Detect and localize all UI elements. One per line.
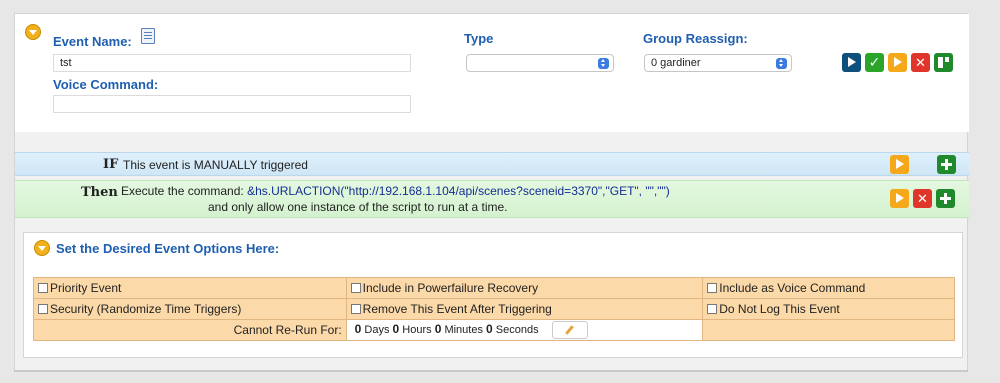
voice-command-input[interactable] [53,95,411,113]
options-table: Priority Event Include in Powerfailure R… [33,277,955,341]
collapse-options-icon[interactable] [34,240,50,256]
delete-icon[interactable]: ✕ [911,53,930,72]
options-row: Security (Randomize Time Triggers) Remov… [33,298,955,320]
run-event-icon[interactable] [842,53,861,72]
security-checkbox[interactable] [38,304,48,314]
remove-after-trigger-option[interactable]: Remove This Event After Triggering [345,298,704,320]
options-panel: Set the Desired Event Options Here: Prio… [23,232,963,358]
then-row: Then Execute the command: &hs.URLACTION(… [15,180,969,218]
notes-icon[interactable] [141,28,155,44]
rerun-value: 0 Days 0 Hours 0 Minutes 0 Seconds [345,319,704,341]
powerfailure-recovery-label: Include in Powerfailure Recovery [362,281,539,295]
collapse-event-icon[interactable] [25,24,41,40]
voice-command-option-label: Include as Voice Command [719,281,866,295]
event-name-input[interactable] [53,54,411,72]
priority-event-label: Priority Event [50,281,122,295]
rerun-hours-label: Hours [402,323,432,336]
split-icon[interactable] [934,53,953,72]
event-panel: Event Name: Voice Command: Type Group Re… [14,13,969,371]
if-row: IF This event is MANUALLY triggered [15,152,969,176]
then-command: &hs.URLACTION("http://192.168.1.104/api/… [247,184,670,198]
options-row: Priority Event Include in Powerfailure R… [33,277,955,299]
then-keyword: Then [81,185,118,200]
priority-event-option[interactable]: Priority Event [33,277,347,299]
save-check-icon[interactable]: ✓ [865,53,884,72]
rerun-hours: 0 [392,321,400,336]
type-label: Type [464,31,494,46]
remove-after-trigger-label: Remove This Event After Triggering [362,302,552,316]
then-suffix: and only allow one instance of the scrip… [208,200,508,214]
voice-command-label: Voice Command: [53,77,159,92]
play-icon[interactable] [890,155,909,174]
select-caret-icon [598,58,609,69]
voice-command-option[interactable]: Include as Voice Command [702,277,955,299]
select-caret-icon [776,58,787,69]
delete-action-icon[interactable]: ✕ [913,189,932,208]
options-title: Set the Desired Event Options Here: [56,241,280,256]
edit-rerun-button[interactable] [551,321,588,339]
do-not-log-option[interactable]: Do Not Log This Event [702,298,955,320]
do-not-log-checkbox[interactable] [707,304,718,314]
play-icon[interactable] [888,53,907,72]
rerun-days: 0 [354,321,362,336]
priority-event-checkbox[interactable] [38,283,48,293]
then-action-text[interactable]: Execute the command: &hs.URLACTION("http… [121,184,670,198]
rerun-minutes-label: Minutes [444,323,483,336]
powerfailure-recovery-checkbox[interactable] [350,283,361,293]
rerun-seconds-label: Seconds [495,323,539,336]
event-name-label: Event Name: [53,34,132,49]
page-top-bar [0,0,1000,14]
if-text[interactable]: This event is MANUALLY triggered [123,158,308,172]
event-header: Event Name: Voice Command: Type Group Re… [15,14,969,132]
voice-command-checkbox[interactable] [707,283,718,293]
then-prefix: Execute the command: [121,184,244,198]
bottom-divider [14,370,968,372]
options-row: Cannot Re-Run For: 0 Days 0 Hours 0 Minu… [33,319,955,341]
powerfailure-recovery-option[interactable]: Include in Powerfailure Recovery [345,277,704,299]
rerun-days-label: Days [364,323,390,336]
remove-after-trigger-checkbox[interactable] [350,304,361,314]
rerun-seconds: 0 [486,321,493,336]
if-keyword: IF [103,157,119,172]
type-select[interactable] [466,54,614,72]
rerun-label: Cannot Re-Run For: [33,319,347,341]
play-icon[interactable] [890,189,909,208]
empty-cell [702,319,955,341]
security-option[interactable]: Security (Randomize Time Triggers) [33,298,347,320]
rerun-minutes: 0 [434,321,442,336]
add-action-icon[interactable] [936,189,955,208]
group-reassign-select[interactable]: 0 gardiner [644,54,792,72]
security-label: Security (Randomize Time Triggers) [50,302,242,316]
do-not-log-label: Do Not Log This Event [719,302,840,316]
group-reassign-label: Group Reassign: [643,31,748,46]
add-trigger-icon[interactable] [937,155,956,174]
group-reassign-value: 0 gardiner [651,57,701,69]
